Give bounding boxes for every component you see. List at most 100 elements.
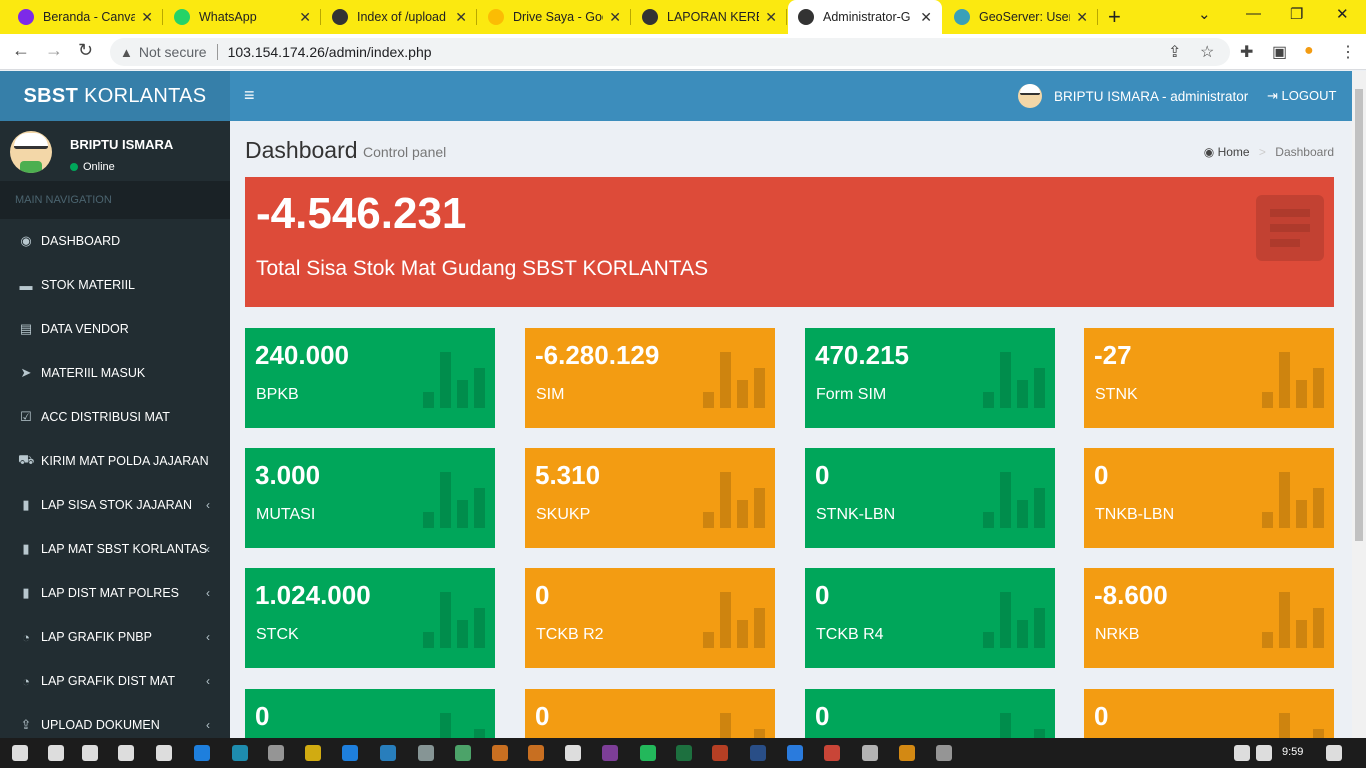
app-icon[interactable] xyxy=(565,745,581,761)
notification-icon[interactable] xyxy=(1326,745,1342,761)
sidebar-item-data-vendor[interactable]: ▤ DATA VENDOR xyxy=(0,307,230,351)
avatar xyxy=(1018,84,1042,108)
close-tab-icon[interactable]: ✕ xyxy=(609,9,621,26)
breadcrumb-home[interactable]: Home xyxy=(1218,145,1250,159)
bar-chart-icon xyxy=(1262,592,1324,648)
close-tab-icon[interactable]: ✕ xyxy=(920,9,932,26)
logo-text: KORLANTAS xyxy=(84,84,207,107)
file-explorer-icon[interactable] xyxy=(305,745,321,761)
logout-button[interactable]: ⇥ LOGOUT xyxy=(1267,88,1336,104)
task-view-icon[interactable] xyxy=(118,745,134,761)
stat-label: STNK-LBN xyxy=(816,506,896,523)
app-icon[interactable] xyxy=(862,745,878,761)
visual-studio-icon[interactable] xyxy=(602,745,618,761)
reload-icon[interactable]: ↻ xyxy=(78,40,93,61)
excel-icon[interactable] xyxy=(676,745,692,761)
sidebar-item-dashboard[interactable]: ◉ DASHBOARD xyxy=(0,219,230,263)
network-icon[interactable] xyxy=(1234,745,1250,761)
bar-chart-icon xyxy=(423,592,485,648)
side-panel-icon[interactable]: ▣ xyxy=(1272,42,1287,62)
tab-search-icon[interactable]: ⌄ xyxy=(1198,5,1211,23)
close-tab-icon[interactable]: ✕ xyxy=(141,9,153,26)
browser-tab[interactable]: GeoServer: User I ✕ xyxy=(944,0,1098,34)
sidebar-item-lap-mat-sbst-korlantas[interactable]: ▮ LAP MAT SBST KORLANTAS ‹ xyxy=(0,527,230,571)
whatsapp-icon[interactable] xyxy=(640,745,656,761)
windows-start-icon[interactable] xyxy=(12,745,28,761)
pie-chart-icon: ◔ xyxy=(22,629,30,645)
extensions-icon[interactable]: ✚ xyxy=(1240,42,1253,62)
new-tab-button[interactable]: + xyxy=(1108,4,1121,30)
sidebar-item-label: LAP GRAFIK DIST MAT xyxy=(41,674,176,688)
cortana-icon[interactable] xyxy=(82,745,98,761)
share-icon[interactable]: ⇪ xyxy=(1168,42,1181,62)
chrome-icon[interactable] xyxy=(899,745,915,761)
store-icon[interactable] xyxy=(156,745,172,761)
browser-tab[interactable]: Beranda - Canva ✕ xyxy=(8,0,163,34)
close-tab-icon[interactable]: ✕ xyxy=(1076,9,1088,26)
sidebar-item-lap-grafik-pnbp[interactable]: ◔ LAP GRAFIK PNBP ‹ xyxy=(0,615,230,659)
page-scrollbar[interactable] xyxy=(1352,71,1366,738)
word-icon[interactable] xyxy=(750,745,766,761)
zoom-icon[interactable] xyxy=(787,745,803,761)
app-icon[interactable] xyxy=(342,745,358,761)
chrome-icon[interactable] xyxy=(824,745,840,761)
vscode-icon[interactable] xyxy=(380,745,396,761)
drive-icon xyxy=(488,9,504,25)
app-icon[interactable] xyxy=(418,745,434,761)
close-tab-icon[interactable]: ✕ xyxy=(299,9,311,26)
sidebar-item-kirim-mat-polda-jajaran[interactable]: ⛟ KIRIM MAT POLDA JAJARAN xyxy=(0,439,230,483)
stat-value: -27 xyxy=(1094,340,1132,370)
taskbar-clock[interactable]: 9:59 xyxy=(1282,746,1303,758)
sidebar-toggle-icon[interactable]: ≡ xyxy=(244,85,255,106)
search-icon[interactable] xyxy=(48,745,64,761)
terminal-icon[interactable] xyxy=(268,745,284,761)
bookmark-star-icon[interactable]: ☆ xyxy=(1200,42,1214,62)
tab-title: Index of /upload xyxy=(357,10,446,24)
menu-dots-icon[interactable]: ⋮ xyxy=(1340,42,1356,62)
edge-icon[interactable] xyxy=(232,745,248,761)
forward-icon[interactable]: → xyxy=(45,40,63,61)
sidebar-item-lap-dist-mat-polres[interactable]: ▮ LAP DIST MAT POLRES ‹ xyxy=(0,571,230,615)
volume-icon[interactable] xyxy=(1256,745,1272,761)
minimize-button[interactable]: — xyxy=(1246,5,1261,22)
bar-chart-icon xyxy=(983,472,1045,528)
sidebar-item-lap-grafik-dist-mat[interactable]: ◔ LAP GRAFIK DIST MAT ‹ xyxy=(0,659,230,703)
app-logo[interactable]: SBST KORLANTAS xyxy=(0,71,230,121)
browser-tab[interactable]: WhatsApp ✕ xyxy=(164,0,321,34)
top-user-menu[interactable]: BRIPTU ISMARA - administrator xyxy=(1018,71,1248,121)
app-icon[interactable] xyxy=(492,745,508,761)
sidebar-item-upload-dokumen[interactable]: ⇪ UPLOAD DOKUMEN ‹ xyxy=(0,703,230,738)
sidebar-item-stok-materiil[interactable]: ▬ STOK MATERIIL xyxy=(0,263,230,307)
close-tab-icon[interactable]: ✕ xyxy=(455,9,467,26)
close-window-button[interactable]: ✕ xyxy=(1336,5,1349,23)
stat-label: TCKB R2 xyxy=(536,626,604,643)
powerpoint-icon[interactable] xyxy=(712,745,728,761)
maximize-button[interactable]: ❐ xyxy=(1290,5,1303,23)
stat-box: 0 TNKB-LBN xyxy=(1084,448,1334,548)
app-icon[interactable] xyxy=(455,745,471,761)
address-bar[interactable]: ▲ Not secure 103.154.174.26/admin/index.… xyxy=(110,38,1230,66)
back-icon[interactable]: ← xyxy=(12,40,30,61)
tab-title: Beranda - Canva xyxy=(43,10,136,24)
geoserver-icon xyxy=(954,9,970,25)
app-icon[interactable] xyxy=(528,745,544,761)
browser-tab[interactable]: Administrator-G ✕ xyxy=(788,0,942,34)
browser-tab[interactable]: Drive Saya - Goo ✕ xyxy=(478,0,631,34)
sidebar-item-label: STOK MATERIIL xyxy=(41,278,136,292)
browser-tab[interactable]: Index of /upload ✕ xyxy=(322,0,477,34)
stat-value: -6.280.129 xyxy=(535,340,660,370)
stat-box: -8.600 NRKB xyxy=(1084,568,1334,668)
scrollbar-thumb[interactable] xyxy=(1355,89,1363,541)
close-tab-icon[interactable]: ✕ xyxy=(765,9,777,26)
browser-tab[interactable]: LAPORAN KEREN ✕ xyxy=(632,0,787,34)
sidebar-item-materiil-masuk[interactable]: ➤ MATERIIL MASUK xyxy=(0,351,230,395)
sidebar-item-lap-sisa-stok-jajaran[interactable]: ▮ LAP SISA STOK JAJARAN ‹ xyxy=(0,483,230,527)
mail-icon[interactable] xyxy=(194,745,210,761)
app-icon[interactable] xyxy=(936,745,952,761)
canva-icon xyxy=(18,9,34,25)
globe-icon xyxy=(332,9,348,25)
total-stock-value: -4.546.231 xyxy=(256,189,467,238)
warning-icon: ▲ xyxy=(120,44,133,60)
sidebar-item-acc-distribusi-mat[interactable]: ☑ ACC DISTRIBUSI MAT xyxy=(0,395,230,439)
profile-icon[interactable]: ● xyxy=(1304,42,1314,60)
